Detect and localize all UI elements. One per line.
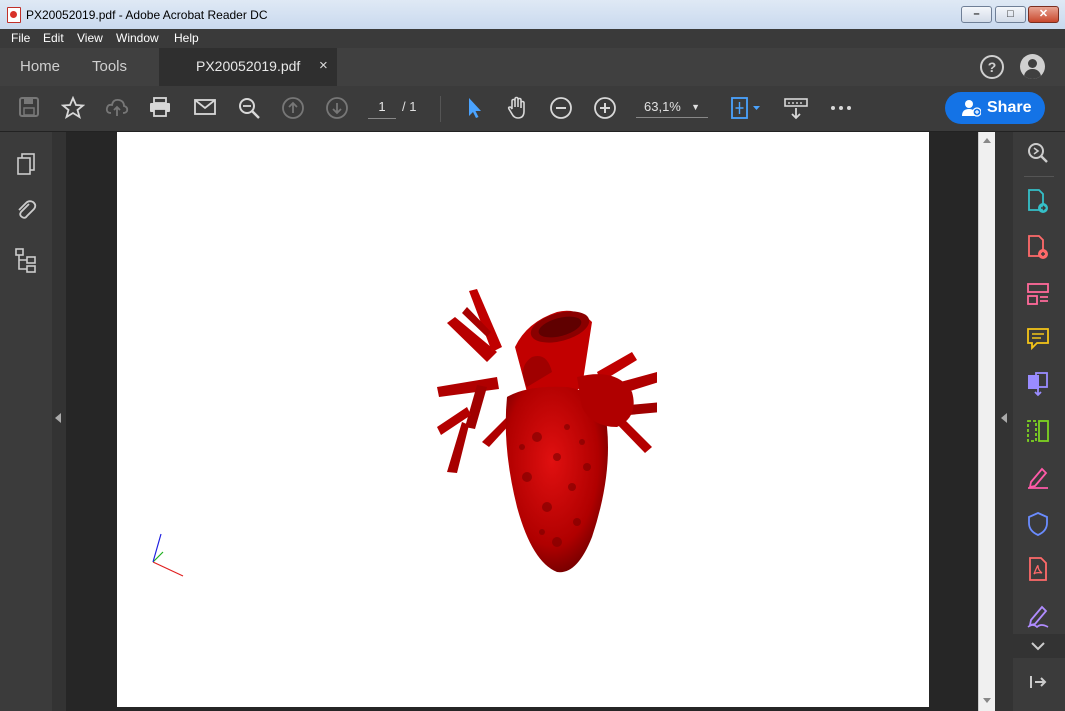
window-title: PX20052019.pdf - Adobe Acrobat Reader DC (26, 8, 268, 22)
page-total: / 1 (402, 99, 417, 114)
search-sidebar-icon[interactable] (1024, 141, 1052, 169)
save-icon[interactable] (16, 96, 42, 120)
mail-icon[interactable] (192, 96, 218, 120)
select-cursor-icon[interactable] (461, 96, 487, 120)
tab-tools[interactable]: Tools (92, 58, 127, 75)
expand-more-icon[interactable] (1013, 634, 1065, 658)
vertical-scrollbar[interactable] (978, 132, 996, 711)
zoom-level-select[interactable]: 63,1% ▼ (636, 96, 708, 118)
heart-3d-model[interactable] (407, 277, 657, 597)
menu-bar: File Edit View Window Help (0, 29, 1065, 48)
model-tree-icon[interactable] (14, 247, 38, 273)
scroll-mode-icon[interactable] (783, 96, 809, 120)
chevron-left-icon (55, 413, 61, 423)
rail-divider (1024, 176, 1054, 177)
menu-window[interactable]: Window (116, 31, 159, 45)
export-pdf-icon[interactable] (1024, 188, 1052, 216)
toolbar-divider (440, 96, 441, 122)
scroll-up-arrow-icon[interactable] (983, 138, 991, 143)
zoom-out-icon[interactable] (548, 96, 574, 120)
tab-home[interactable]: Home (20, 58, 60, 75)
collapse-panel-icon[interactable] (1024, 670, 1052, 698)
pdf-icon[interactable] (1024, 556, 1052, 584)
minimize-icon: – (973, 8, 980, 20)
hand-pan-icon[interactable] (504, 96, 530, 120)
axis-triad (152, 533, 184, 577)
close-window-button[interactable]: ✕ (1028, 6, 1059, 23)
close-icon: ✕ (1038, 8, 1049, 20)
comment-icon[interactable] (1024, 326, 1052, 354)
maximize-button[interactable]: □ (995, 6, 1026, 23)
left-pane-toggle[interactable] (52, 132, 66, 711)
attachments-icon[interactable] (14, 198, 38, 222)
print-icon[interactable] (147, 96, 173, 120)
title-bar: PX20052019.pdf - Adobe Acrobat Reader DC… (0, 0, 1065, 30)
protect-icon[interactable] (1024, 511, 1052, 539)
fit-page-icon[interactable] (729, 96, 763, 120)
upload-cloud-icon[interactable] (104, 96, 130, 120)
sign-icon[interactable] (1024, 603, 1052, 631)
document-tab-label: PX20052019.pdf (196, 58, 301, 74)
tab-document[interactable]: PX20052019.pdf × (159, 48, 337, 86)
minimize-button[interactable]: – (961, 6, 992, 23)
right-pane-toggle[interactable] (995, 132, 1013, 711)
page-down-icon[interactable] (324, 96, 350, 120)
chevron-down-icon: ▼ (691, 102, 700, 112)
bookmark-star-icon[interactable] (60, 95, 86, 120)
menu-file[interactable]: File (11, 31, 30, 45)
menu-view[interactable]: View (77, 31, 103, 45)
fill-sign-icon[interactable] (1024, 464, 1052, 492)
chevron-left-icon (1001, 413, 1007, 423)
menu-edit[interactable]: Edit (43, 31, 64, 45)
acrobat-pdf-icon (7, 7, 21, 23)
share-label: Share (987, 99, 1032, 116)
more-icon[interactable] (828, 96, 854, 120)
zoom-level-value: 63,1% (644, 99, 681, 114)
page-up-icon[interactable] (280, 96, 306, 120)
share-button[interactable]: Share (945, 92, 1045, 124)
page-thumbnails-icon[interactable] (14, 152, 38, 176)
maximize-icon: □ (1007, 8, 1014, 20)
share-user-icon (961, 99, 982, 121)
compress-icon[interactable] (1024, 418, 1052, 446)
zoom-in-icon[interactable] (592, 96, 618, 120)
create-pdf-icon[interactable] (1024, 234, 1052, 262)
account-avatar-icon[interactable] (1020, 54, 1045, 79)
organize-pages-icon[interactable] (1024, 281, 1052, 309)
menu-help[interactable]: Help (174, 31, 199, 45)
scroll-down-arrow-icon[interactable] (983, 698, 991, 703)
search-zoom-icon[interactable] (236, 96, 262, 120)
combine-files-icon[interactable] (1024, 371, 1052, 399)
pdf-page[interactable] (117, 132, 929, 707)
close-tab-icon[interactable]: × (319, 57, 328, 74)
page-number-input[interactable]: 1 (368, 96, 396, 119)
help-icon[interactable]: ? (980, 55, 1004, 79)
